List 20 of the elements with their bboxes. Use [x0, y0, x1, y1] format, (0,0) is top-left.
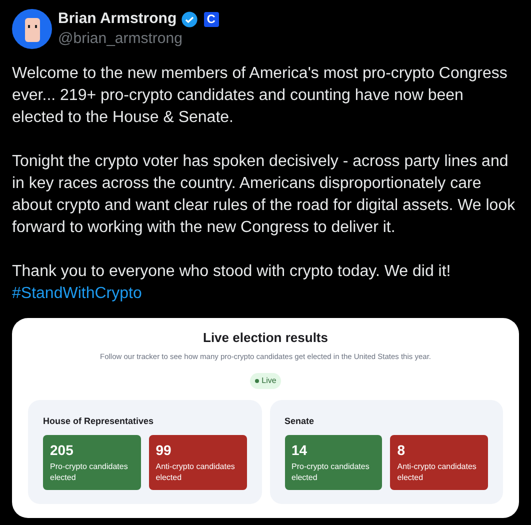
chamber-title: Senate: [284, 415, 316, 428]
result-count: 99: [156, 442, 172, 458]
result-label: Pro-crypto candidates elected: [50, 461, 129, 484]
chamber-title: House of Representatives: [43, 415, 155, 428]
author-name[interactable]: Brian Armstrong: [58, 9, 177, 29]
result-label: Pro-crypto candidates elected: [292, 461, 370, 484]
affiliate-badge[interactable]: C: [204, 12, 219, 26]
author-handle[interactable]: @brian_armstrong: [58, 29, 219, 49]
result-count: 8: [397, 442, 406, 458]
live-status-pill: Live: [250, 373, 282, 390]
result-label: Anti-crypto candidates elected: [397, 461, 478, 484]
result-label: Anti-crypto candidates elected: [156, 461, 236, 484]
result-count: 14: [292, 442, 308, 458]
avatar-icon: [12, 9, 52, 49]
post-text: Tonight the crypto voter has spoken decisively - across party lines and in key races across the country. Americans disproportionately care about crypto and want clear rules of the road for digital assets. We look forward to working with the new Congress to deliver it.: [12, 152, 516, 238]
embed-title: Live election results: [203, 330, 328, 346]
post-text: Welcome to the new members of America's most pro-crypto Congress ever... 219+ pro-crypto candidates and counting have now been elected to the House & Senate.: [12, 64, 508, 128]
post-text: Thank you to everyone who stood with crypto today. We did it!: [12, 262, 452, 282]
result-count: 205: [50, 442, 74, 458]
hashtag-link[interactable]: #StandWithCrypto: [12, 283, 142, 305]
